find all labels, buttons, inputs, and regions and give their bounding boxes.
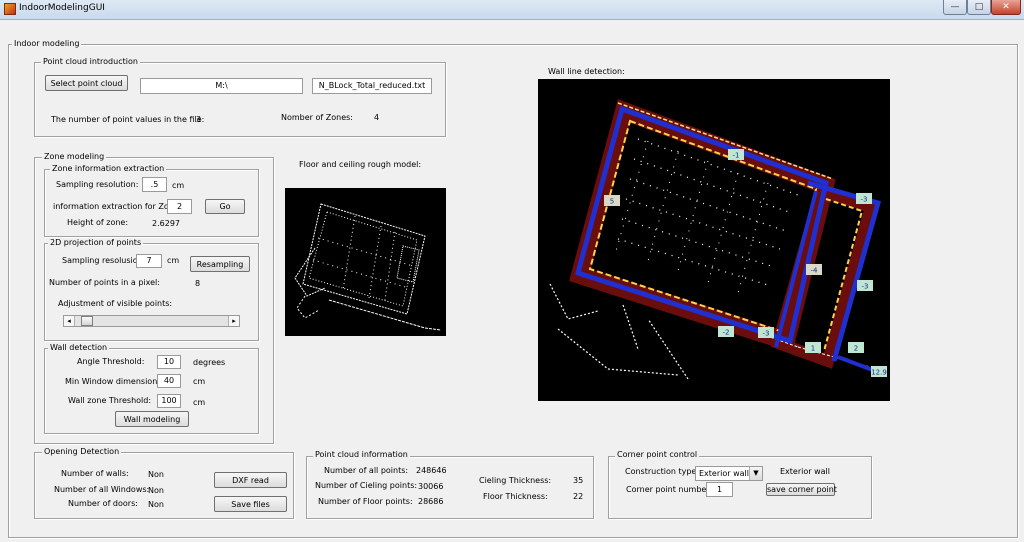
corner-point-title: Corner point control bbox=[615, 450, 700, 459]
slider-thumb[interactable] bbox=[81, 316, 93, 326]
indoor-modeling-title: Indoor modeling bbox=[12, 39, 82, 48]
wall-marker-label: 1 bbox=[811, 345, 815, 353]
construction-type-label: Construction type: bbox=[625, 467, 700, 476]
wall-detection-title: Wall detection bbox=[48, 343, 110, 352]
wall-line-label: Wall line detection: bbox=[548, 67, 625, 76]
num-points-value: 3 bbox=[196, 115, 202, 124]
wall-zone-label: Wall zone Threshold: bbox=[68, 396, 152, 405]
wall-marker-label: -4 bbox=[811, 267, 819, 275]
save-corner-point-button[interactable]: save corner point bbox=[766, 483, 837, 496]
all-points-label: Number of all points: bbox=[324, 466, 409, 475]
floor-points-value: 28686 bbox=[418, 497, 444, 506]
floor-thickness-value: 22 bbox=[573, 492, 584, 501]
floor-ceiling-image bbox=[285, 188, 446, 336]
construction-type-select[interactable]: Exterior wall ▼ bbox=[695, 466, 763, 481]
angle-threshold-unit: degrees bbox=[193, 358, 226, 367]
wall-marker-label: -3 bbox=[763, 330, 770, 338]
zone-number-input[interactable]: 2 bbox=[167, 199, 192, 214]
close-button[interactable]: ✕ bbox=[991, 0, 1021, 15]
points-in-pixel-value: 8 bbox=[195, 279, 201, 288]
num-walls-label: Number of walls: bbox=[61, 469, 129, 478]
wall-marker-label: -3 bbox=[862, 283, 869, 291]
select-point-cloud-button[interactable]: Select point cloud bbox=[45, 75, 128, 91]
matlab-app-icon bbox=[4, 3, 16, 15]
floor-model-label: Floor and ceiling rough model: bbox=[299, 160, 422, 169]
min-window-input[interactable]: 40 bbox=[157, 374, 181, 388]
slider-left-arrow[interactable]: ◂ bbox=[64, 316, 75, 326]
window-title: IndoorModelingGUI bbox=[19, 3, 105, 13]
proj-sampling-input[interactable]: 7 bbox=[136, 254, 162, 268]
points-in-pixel-label: Number of points in a pixel: bbox=[49, 278, 160, 287]
dropdown-arrow-icon[interactable]: ▼ bbox=[749, 467, 762, 480]
wall-line-image: -1 -3 5 -4 -3 -2 1 2 -3 12.9 bbox=[538, 79, 890, 401]
ceiling-points-label: Number of Cieling points: bbox=[315, 481, 418, 490]
ceiling-points-value: 30066 bbox=[418, 482, 444, 491]
zone-modeling-title: Zone modeling bbox=[42, 152, 107, 161]
min-window-unit: cm bbox=[193, 377, 206, 386]
zone-info-title: Zone information extraction bbox=[50, 164, 167, 173]
slider-right-arrow[interactable]: ▸ bbox=[228, 316, 239, 326]
num-doors-value: Non bbox=[148, 500, 164, 509]
construction-type-selected: Exterior wall bbox=[699, 469, 749, 478]
ceiling-thickness-label: Cieling Thickness: bbox=[479, 476, 552, 485]
corner-number-input[interactable]: 1 bbox=[706, 482, 733, 497]
wall-marker-label: 2 bbox=[854, 345, 858, 353]
zone-sampling-unit: cm bbox=[172, 181, 185, 190]
wall-marker-label: 5 bbox=[610, 198, 614, 206]
height-value: 2.6297 bbox=[152, 219, 180, 228]
proj-sampling-unit: cm bbox=[167, 256, 180, 265]
wall-marker-label: -2 bbox=[723, 329, 730, 337]
num-doors-label: Number of doors: bbox=[68, 499, 138, 508]
wall-zone-input[interactable]: 100 bbox=[157, 394, 181, 408]
go-button[interactable]: Go bbox=[205, 199, 245, 214]
angle-threshold-label: Angle Threshold: bbox=[77, 357, 145, 366]
num-walls-value: Non bbox=[148, 470, 164, 479]
wall-marker-label: 12.9 bbox=[871, 369, 887, 377]
file-name-field[interactable]: N_BLock_Total_reduced.txt bbox=[312, 78, 432, 94]
num-points-label: The number of point values in the file: bbox=[51, 115, 205, 124]
num-windows-value: Non bbox=[148, 486, 164, 495]
opening-detection-title: Opening Detection bbox=[42, 447, 122, 456]
visible-points-slider[interactable]: ◂ ▸ bbox=[63, 315, 240, 327]
wall-modeling-button[interactable]: Wall modeling bbox=[115, 411, 189, 427]
wall-zone-unit: cm bbox=[193, 398, 206, 407]
wall-marker-label: -3 bbox=[861, 196, 868, 204]
ceiling-thickness-value: 35 bbox=[573, 476, 584, 485]
zone-extract-label: information extraction for Zone bbox=[53, 202, 179, 211]
point-cloud-intro-panel bbox=[34, 62, 446, 137]
proj-sampling-label: Sampling resolusion: bbox=[62, 256, 146, 265]
dxf-read-button[interactable]: DXF read bbox=[214, 472, 287, 488]
corner-number-label: Corner point number: bbox=[626, 485, 713, 494]
point-cloud-intro-title: Point cloud introduction bbox=[41, 57, 140, 66]
height-label: Height of zone: bbox=[67, 218, 129, 227]
visible-points-label: Adjustment of visible points: bbox=[58, 299, 173, 308]
path-field[interactable]: M:\ bbox=[140, 78, 303, 94]
minimize-button[interactable]: — bbox=[943, 0, 967, 15]
num-zones-value: 4 bbox=[374, 113, 380, 122]
point-cloud-info-title: Point cloud information bbox=[313, 450, 410, 459]
num-zones-label: Nomber of Zones: bbox=[281, 113, 353, 122]
wall-marker-label: -1 bbox=[733, 152, 740, 160]
zone-sampling-label: Sampling resolution: bbox=[56, 180, 139, 189]
construction-type-display: Exterior wall bbox=[780, 467, 830, 476]
projection-title: 2D projection of points bbox=[48, 238, 144, 247]
save-files-button[interactable]: Save files bbox=[214, 496, 287, 512]
min-window-label: Min Window dimension: bbox=[65, 377, 160, 386]
floor-points-label: Number of Floor points: bbox=[318, 497, 413, 506]
maximize-button[interactable]: □ bbox=[967, 0, 991, 15]
title-bar[interactable] bbox=[0, 0, 1024, 20]
floor-thickness-label: Floor Thickness: bbox=[483, 492, 548, 501]
angle-threshold-input[interactable]: 10 bbox=[157, 355, 181, 369]
num-windows-label: Number of all Windows: bbox=[54, 485, 150, 494]
zone-sampling-input[interactable]: .5 bbox=[142, 177, 167, 192]
resampling-button[interactable]: Resampling bbox=[190, 256, 250, 272]
all-points-value: 248646 bbox=[416, 466, 447, 475]
